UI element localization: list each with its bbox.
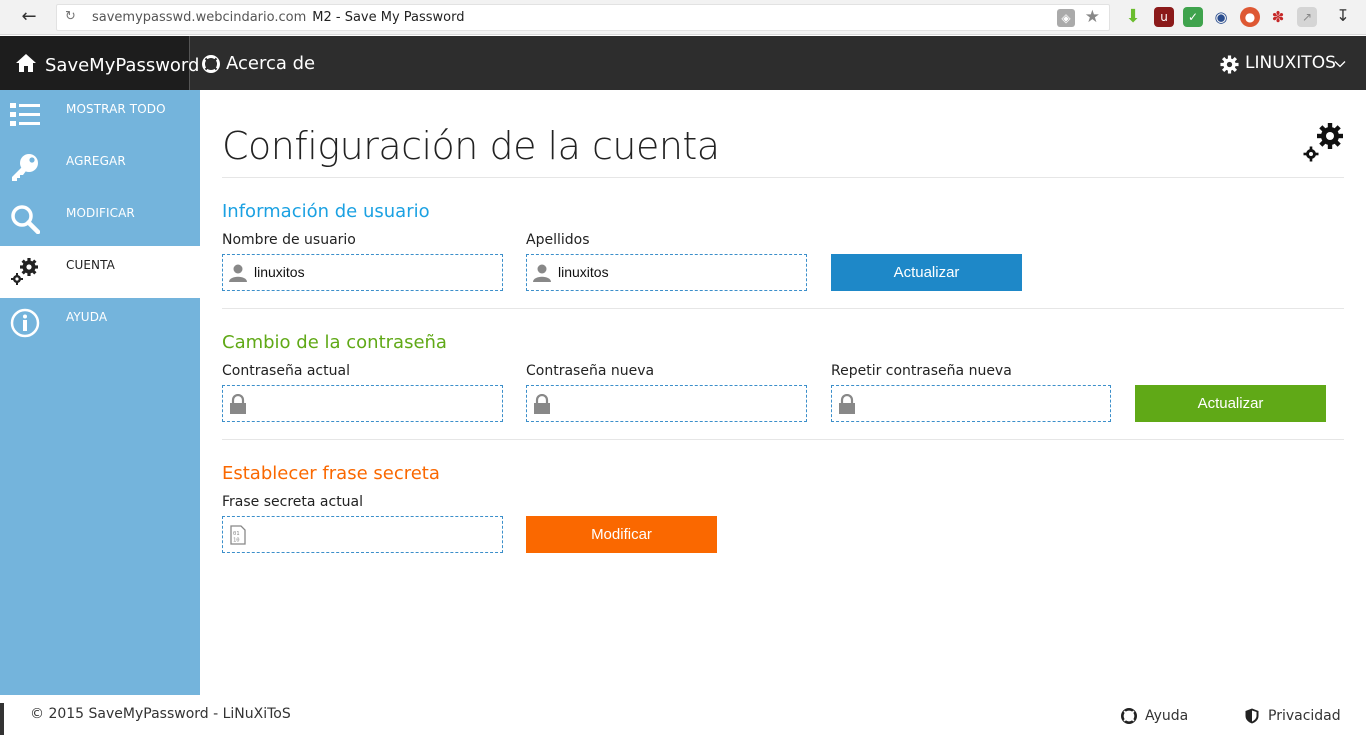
svg-text:10: 10 [233,538,240,544]
shield-extension-icon[interactable]: ✓ [1183,7,1203,27]
footer: © 2015 SaveMyPassword - LiNuXiToS Ayuda … [0,695,1366,735]
footer-privacy-label: Privacidad [1268,708,1341,724]
address-text[interactable]: savemypasswd.webcindario.com M2 - Save My… [92,10,465,25]
lastname-value: linuxitos [558,264,609,280]
secret-phrase-field[interactable]: 01 10 [222,516,503,553]
section-title-password-change: Cambio de la contraseña [222,332,447,353]
shield-icon [1245,708,1259,724]
user-icon [229,264,247,282]
app-header: SaveMyPassword Acerca de LINUXITOS [0,36,1366,90]
update-password-button[interactable]: Actualizar [1135,385,1326,422]
username-value: linuxitos [254,264,305,280]
binary-file-icon: 01 10 [230,525,246,545]
footer-edge [0,703,4,735]
list-icon [10,103,40,126]
chevron-down-icon [1334,61,1346,68]
sidebar-item-modificar[interactable]: MODIFICAR [0,194,200,246]
sidebar-item-label: MODIFICAR [66,206,135,220]
share-extension-icon[interactable]: ↗ [1297,7,1317,27]
info-icon [10,308,40,338]
footer-help-label: Ayuda [1145,708,1189,724]
search-icon [11,205,40,234]
settings-gears-icon [1303,123,1343,162]
tab-title: M2 - Save My Password [312,10,465,25]
section-title-secret-phrase: Establecer frase secreta [222,463,440,484]
eye-extension-icon[interactable]: ◉ [1211,7,1231,27]
main-content: Configuración de la cuenta Información d… [200,90,1366,695]
home-icon [16,54,36,72]
svg-text:01: 01 [233,531,240,537]
repeat-password-field[interactable] [831,385,1111,422]
translate-icon[interactable]: ◈ [1057,9,1075,27]
brand-link[interactable]: SaveMyPassword [0,36,199,90]
brand-name: SaveMyPassword [45,55,200,76]
reload-icon[interactable]: ↻ [65,9,76,24]
sidebar: MOSTRAR TODO AGREGAR MODIFICAR CUENTA AY… [0,90,200,695]
ublock-extension-icon[interactable]: u [1154,7,1174,27]
copyright-text: © 2015 SaveMyPassword - LiNuXiToS [30,706,291,722]
sidebar-item-cuenta[interactable]: CUENTA [0,246,200,298]
current-password-field[interactable] [222,385,503,422]
lastname-label: Apellidos [526,232,590,248]
gear-icon [1220,55,1239,74]
new-password-label: Contraseña nueva [526,363,655,379]
sidebar-item-mostrar-todo[interactable]: MOSTRAR TODO [0,90,200,142]
user-menu[interactable]: LINUXITOS [1220,53,1350,75]
update-user-button[interactable]: Actualizar [831,254,1022,291]
bookmark-star-icon[interactable]: ★ [1085,7,1100,27]
address-bar[interactable]: ↻ savemypasswd.webcindario.com M2 - Save … [56,4,1110,31]
sidebar-item-label: AGREGAR [66,154,126,168]
lock-icon [230,394,246,414]
bug-extension-icon[interactable]: ✽ [1268,7,1288,27]
lifebuoy-icon [202,55,220,73]
download-extension-icon[interactable]: ⬇ [1123,7,1143,27]
username-field[interactable]: linuxitos [222,254,503,291]
lock-icon [839,394,855,414]
divider [222,308,1344,309]
browser-toolbar: ← ↻ savemypasswd.webcindario.com M2 - Sav… [0,0,1366,35]
about-label: Acerca de [226,53,316,74]
divider [222,439,1344,440]
modify-secret-button[interactable]: Modificar [526,516,717,553]
sidebar-item-label: CUENTA [66,258,115,272]
duckduckgo-extension-icon[interactable]: ● [1240,7,1260,27]
sidebar-item-label: AYUDA [66,310,108,324]
section-title-user-info: Información de usuario [222,201,430,222]
username-label: LINUXITOS [1245,53,1336,73]
key-icon [12,154,38,181]
gears-icon [11,258,38,285]
back-arrow-icon[interactable]: ← [18,6,40,28]
current-password-label: Contraseña actual [222,363,350,379]
username-label: Nombre de usuario [222,232,356,248]
download-icon[interactable]: ↧ [1334,6,1352,28]
user-icon [533,264,551,282]
new-password-field[interactable] [526,385,807,422]
sidebar-item-ayuda[interactable]: AYUDA [0,298,200,350]
repeat-password-label: Repetir contraseña nueva [831,363,1012,379]
page-title: Configuración de la cuenta [222,124,720,168]
sidebar-item-agregar[interactable]: AGREGAR [0,142,200,194]
secret-phrase-label: Frase secreta actual [222,494,364,510]
lastname-field[interactable]: linuxitos [526,254,807,291]
lock-icon [534,394,550,414]
lifebuoy-icon [1121,708,1137,724]
sidebar-item-label: MOSTRAR TODO [66,102,166,116]
divider [222,177,1344,178]
